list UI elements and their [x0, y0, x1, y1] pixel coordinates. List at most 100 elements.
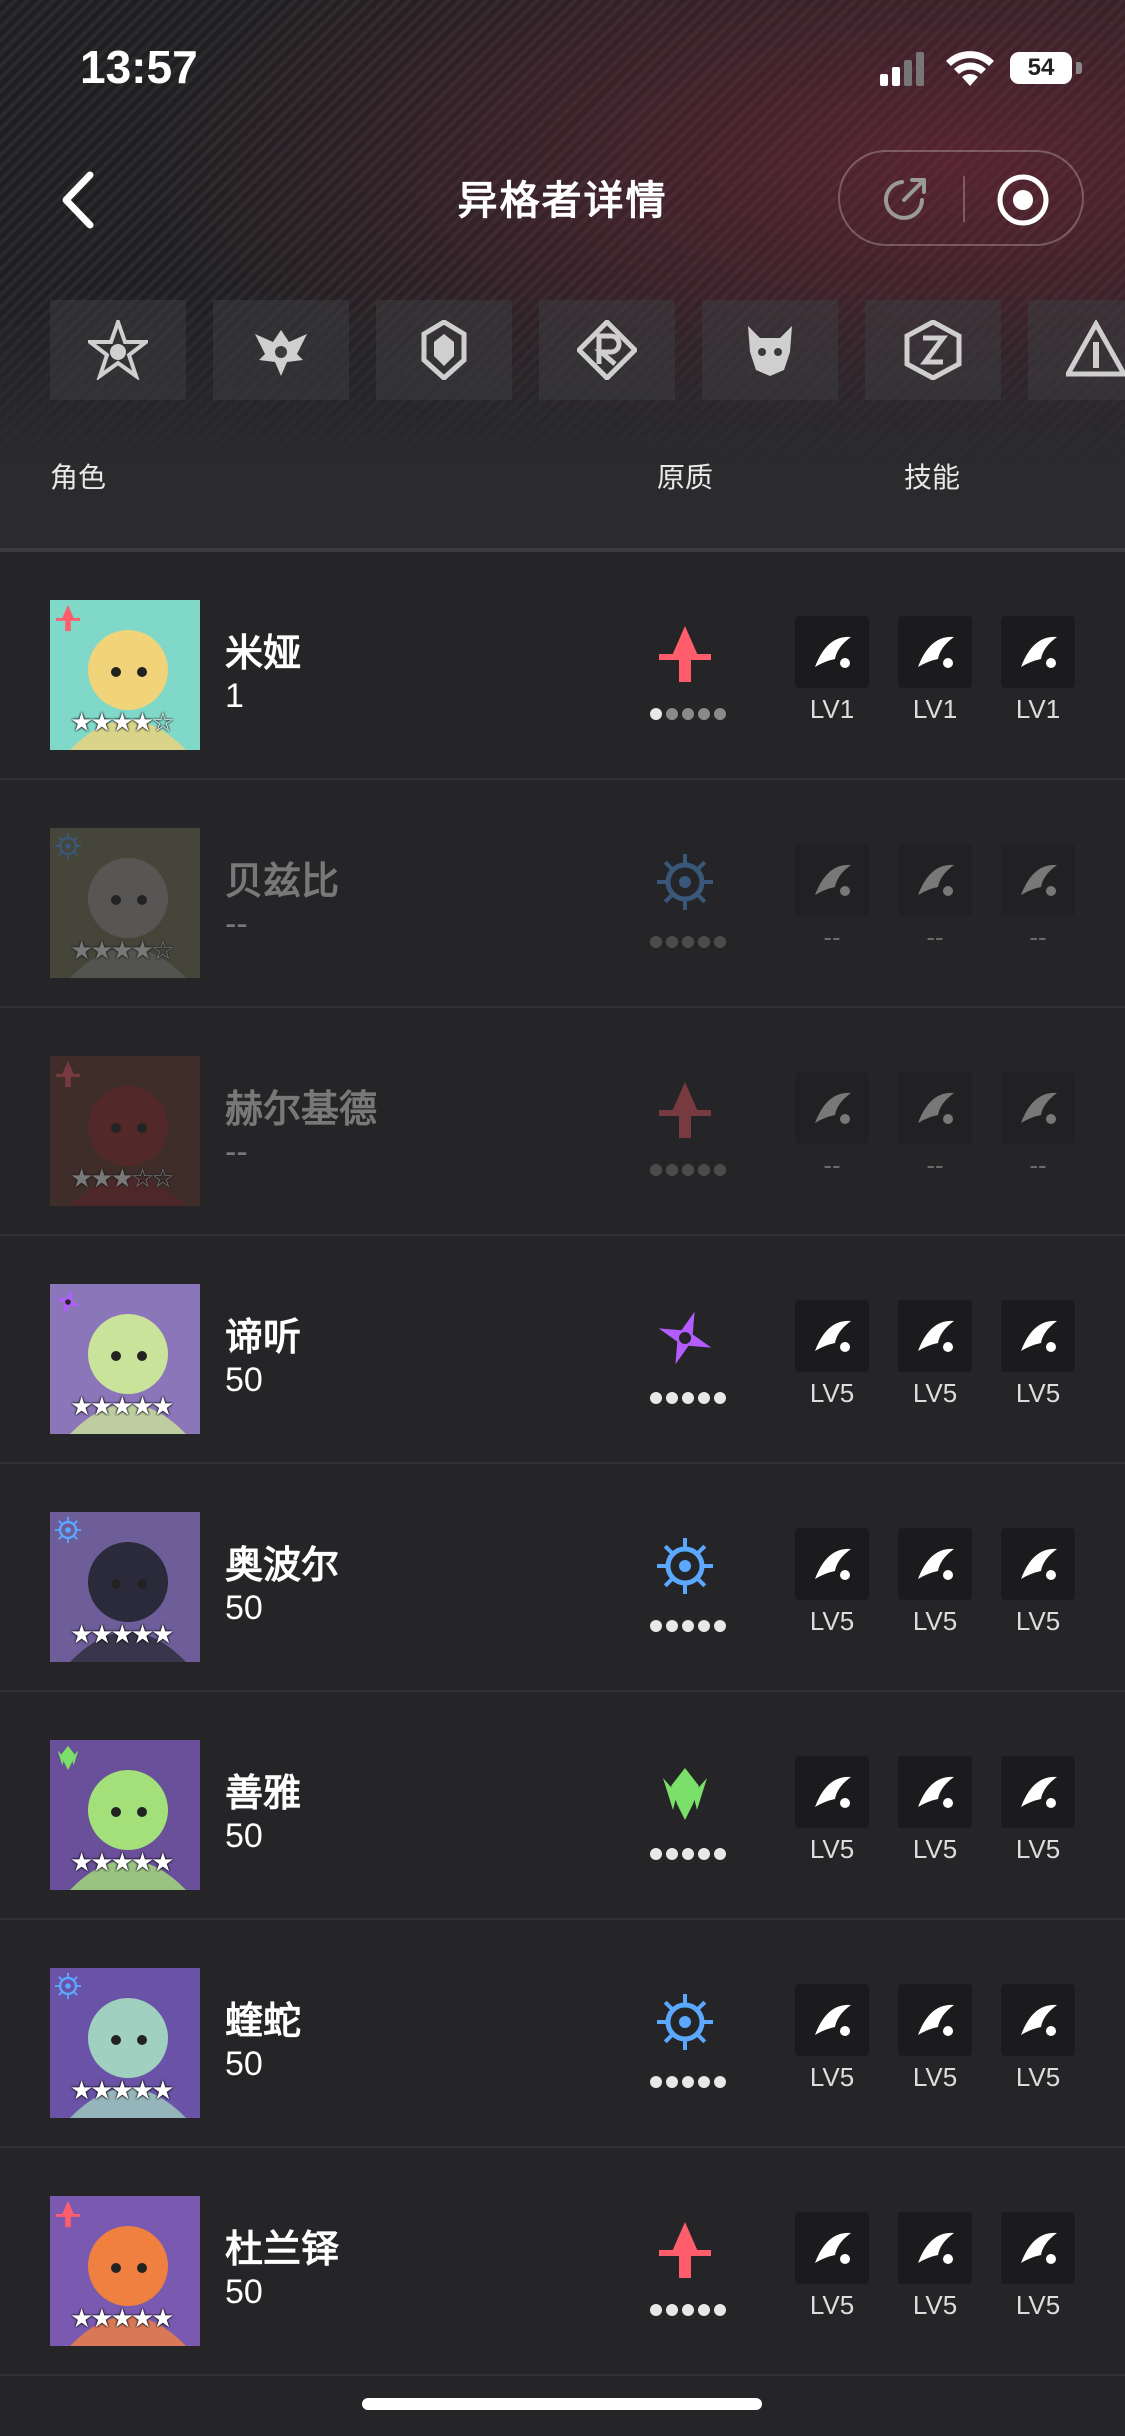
skill-slot[interactable]: -- — [1001, 844, 1075, 953]
skill-icon-box — [898, 1756, 972, 1828]
skill-slot[interactable]: LV5 — [898, 1528, 972, 1637]
star-rating: ★★★★★ — [70, 1392, 175, 1422]
quality-dots — [650, 708, 726, 720]
skill-slot[interactable]: -- — [898, 1072, 972, 1181]
skill-slot[interactable]: LV5 — [898, 1300, 972, 1409]
faction-tab[interactable] — [50, 300, 186, 400]
character-avatar: ★★★★☆ — [50, 828, 200, 978]
skill-slot[interactable]: LV5 — [1001, 1756, 1075, 1865]
faction-beast-mask-icon — [748, 326, 792, 376]
skill-icon-box — [1001, 1756, 1075, 1828]
bubble-orb-icon — [1021, 636, 1057, 668]
skill-slot[interactable]: LV5 — [795, 2212, 869, 2321]
skill-level: LV5 — [1015, 1378, 1061, 1408]
fish-dash-icon — [815, 636, 851, 668]
home-indicator — [362, 2398, 762, 2410]
character-avatar: ★★★★★ — [50, 1968, 200, 2118]
skill-slot[interactable]: LV5 — [1001, 1300, 1075, 1409]
skill-level: -- — [1029, 922, 1047, 952]
character-row[interactable]: ★★★★★ 杜兰铎 50 LV5 LV5 LV5 — [0, 2148, 1125, 2376]
character-avatar: ★★★★★ — [50, 1284, 200, 1434]
character-avatar: ★★★★★ — [50, 2196, 200, 2346]
share-button[interactable] — [880, 174, 930, 224]
skill-slot[interactable]: -- — [1001, 1072, 1075, 1181]
star-rating: ★★★★★ — [70, 1620, 175, 1650]
skill-icon-box — [795, 2212, 869, 2284]
faction-tab[interactable] — [213, 300, 349, 400]
element-icon — [663, 1768, 707, 1820]
skill-level: LV5 — [912, 1606, 958, 1636]
skill-slot[interactable]: LV5 — [898, 1984, 972, 2093]
star-rating: ★★★★★ — [70, 1848, 175, 1878]
character-level: 50 — [225, 1817, 263, 1855]
record-button[interactable] — [995, 172, 1051, 228]
faction-tab[interactable] — [1028, 300, 1125, 400]
character-name: 善雅 — [225, 1771, 302, 1815]
skill-slot[interactable]: LV5 — [1001, 2212, 1075, 2321]
skill-slot[interactable]: -- — [795, 1072, 869, 1181]
skill-slot[interactable]: LV1 — [898, 616, 972, 725]
wifi-icon — [946, 51, 994, 86]
skill-level: LV5 — [1015, 2290, 1061, 2320]
character-avatar: ★★★☆☆ — [50, 1056, 200, 1206]
skill-level: LV1 — [1015, 694, 1061, 724]
faction-winged-crest-icon — [255, 330, 307, 376]
skill-slot[interactable]: LV5 — [795, 1756, 869, 1865]
character-row[interactable]: ★★★★☆ 米娅 1 LV1 LV1 LV1 — [0, 552, 1125, 780]
character-row[interactable]: ★★★★★ 善雅 50 LV5 LV5 LV5 — [0, 1692, 1125, 1920]
skill-icon-box — [795, 1528, 869, 1600]
net-grid-icon — [918, 1320, 954, 1352]
skill-icon-box — [795, 616, 869, 688]
skill-icon-box — [1001, 844, 1075, 916]
faction-tab[interactable] — [539, 300, 675, 400]
star-rating: ★★★☆☆ — [70, 1164, 175, 1194]
skill-slot[interactable]: LV5 — [795, 1528, 869, 1637]
spiral-shell-icon — [1021, 2004, 1057, 2036]
faction-tab[interactable] — [865, 300, 1001, 400]
faction-star-emblem-icon — [88, 320, 148, 380]
skill-level: LV5 — [809, 2062, 855, 2092]
character-list: ★★★★☆ 米娅 1 LV1 LV1 LV1 ★★★★☆ 贝兹比 -- -- -- -- ★★★☆☆ 赫尔… — [0, 552, 1125, 2376]
skill-level: LV5 — [912, 1378, 958, 1408]
skill-slot[interactable]: -- — [795, 844, 869, 953]
character-avatar: ★★★★☆ — [50, 600, 200, 750]
faction-r-diamond-icon — [577, 320, 637, 380]
character-row[interactable]: ★★★☆☆ 赫尔基德 -- -- -- -- — [0, 1008, 1125, 1236]
skill-level: LV5 — [1015, 2062, 1061, 2092]
skill-level: LV5 — [1015, 1606, 1061, 1636]
skill-slot[interactable]: LV5 — [795, 1984, 869, 2093]
character-row[interactable]: ★★★★☆ 贝兹比 -- -- -- -- — [0, 780, 1125, 1008]
skill-slot[interactable]: LV5 — [1001, 1984, 1075, 2093]
faction-shield-crest-icon — [421, 320, 467, 380]
avatar-element-icon — [55, 1060, 81, 1088]
character-row[interactable]: ★★★★★ 谛听 50 LV5 LV5 LV5 — [0, 1236, 1125, 1464]
skill-slot[interactable]: LV5 — [898, 2212, 972, 2321]
skill-slot[interactable]: LV1 — [795, 616, 869, 725]
claw-strike-icon — [815, 1548, 851, 1580]
skill-level: LV5 — [809, 1606, 855, 1636]
character-level: 1 — [225, 677, 244, 715]
faction-tab[interactable] — [376, 300, 512, 400]
skill-level: LV5 — [809, 2290, 855, 2320]
star-rating: ★★★★★ — [70, 2076, 175, 2106]
quality-dots — [650, 1392, 726, 1404]
skill-slot[interactable]: LV5 — [898, 1756, 972, 1865]
skill-level: LV5 — [809, 1378, 855, 1408]
quality-dots — [650, 936, 726, 948]
skill-icon-box — [898, 2212, 972, 2284]
character-row[interactable]: ★★★★★ 蝰蛇 50 LV5 LV5 LV5 — [0, 1920, 1125, 2148]
faction-tab[interactable] — [702, 300, 838, 400]
skill-slot[interactable]: LV1 — [1001, 616, 1075, 725]
character-row[interactable]: ★★★★★ 奥波尔 50 LV5 LV5 LV5 — [0, 1464, 1125, 1692]
plus-sparkle-icon — [1021, 1776, 1057, 1808]
skill-level: -- — [823, 1150, 841, 1180]
battery-icon: 54 — [1010, 52, 1072, 84]
butterfly-icon — [918, 1776, 954, 1808]
skill-level: LV5 — [912, 1834, 958, 1864]
quality-dots — [650, 1164, 726, 1176]
quality-dots — [650, 1620, 726, 1632]
skill-slot[interactable]: LV5 — [1001, 1528, 1075, 1637]
character-name: 蝰蛇 — [225, 1999, 302, 2043]
skill-slot[interactable]: LV5 — [795, 1300, 869, 1409]
skill-slot[interactable]: -- — [898, 844, 972, 953]
